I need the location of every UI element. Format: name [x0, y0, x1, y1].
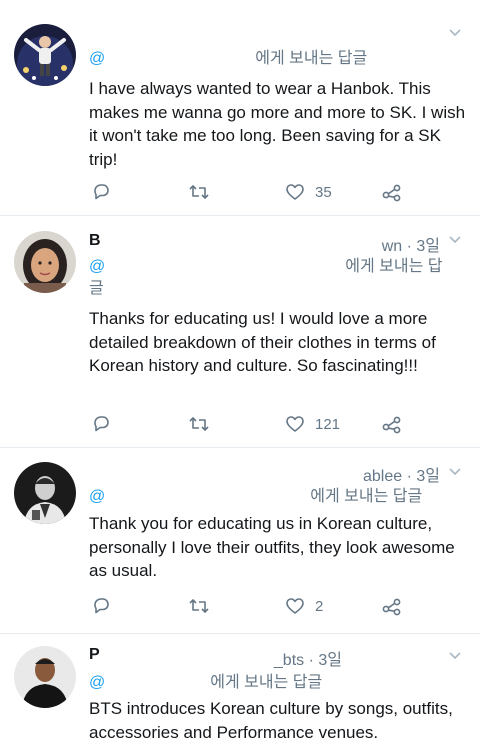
- like-button[interactable]: 2: [285, 594, 323, 618]
- share-icon: [382, 598, 401, 616]
- tweet-text: I have always wanted to wear a Hanbok. T…: [89, 79, 466, 169]
- share-icon: [382, 416, 401, 434]
- reply-to-line: @ 에게 보내는 답글: [89, 48, 456, 70]
- reply-to-line: @ 에게 보내는 답글: [89, 672, 456, 694]
- chevron-down-icon[interactable]: [448, 465, 462, 479]
- reply-to-line: @ 에게 보내는 답글: [89, 256, 456, 300]
- reply-handle-link[interactable]: @: [89, 50, 105, 67]
- tweet-actions: 2: [0, 594, 480, 618]
- retweet-button[interactable]: [188, 412, 210, 436]
- avatar[interactable]: [14, 462, 76, 524]
- tweet-actions: 35: [0, 180, 480, 204]
- tweet-meta: wn · 3일: [381, 238, 440, 255]
- like-icon: [286, 598, 304, 614]
- reply-to-label: 에게 보내는 답글: [310, 488, 423, 505]
- tweet-header: [89, 28, 440, 48]
- like-count: 121: [315, 415, 341, 433]
- avatar[interactable]: [14, 231, 76, 293]
- display-name[interactable]: B: [89, 232, 101, 249]
- reply-button[interactable]: [91, 594, 111, 618]
- retweet-icon: [189, 185, 209, 199]
- tweet-header: B wn · 3일: [89, 232, 440, 255]
- share-button[interactable]: [382, 412, 402, 436]
- reply-to-line: @ 에게 보내는 답글: [89, 486, 456, 508]
- tweet[interactable]: P _bts · 3일 @ 에게 보내는 답글 BTS introduces Ko…: [0, 634, 480, 748]
- share-icon: [382, 184, 401, 202]
- tweet-text: Thank you for educating us in Korean cul…: [89, 514, 455, 580]
- retweet-button[interactable]: [188, 594, 210, 618]
- retweet-button[interactable]: [188, 180, 210, 204]
- like-button[interactable]: 35: [285, 180, 332, 204]
- share-button[interactable]: [382, 180, 402, 204]
- tweet[interactable]: ablee · 3일 @ 에게 보내는 답글 Thank you for educ…: [0, 448, 480, 634]
- reply-icon: [94, 416, 109, 432]
- retweet-icon: [189, 417, 209, 431]
- reply-to-label: 에게 보내는 답글: [89, 258, 443, 297]
- reply-feed: @ 에게 보내는 답글 I have always wanted to wear …: [0, 0, 480, 748]
- display-name[interactable]: P: [89, 646, 100, 663]
- like-count: 2: [315, 597, 324, 615]
- like-count: 35: [315, 183, 332, 201]
- tweet-meta: _bts · 3일: [273, 652, 342, 669]
- reply-button[interactable]: [91, 412, 111, 436]
- reply-handle-link[interactable]: @: [89, 258, 105, 275]
- tweet-header: ablee · 3일: [89, 462, 440, 485]
- like-button[interactable]: 121: [285, 412, 340, 436]
- chevron-down-icon[interactable]: [448, 26, 462, 40]
- tweet-text: BTS introduces Korean culture by songs, …: [89, 699, 453, 742]
- like-icon: [286, 184, 304, 200]
- reply-icon: [94, 598, 109, 614]
- reply-button[interactable]: [91, 180, 111, 204]
- reply-icon: [94, 184, 109, 200]
- tweet[interactable]: B wn · 3일 @ 에게 보내는 답글 Thanks for educatin…: [0, 216, 480, 448]
- avatar[interactable]: [14, 24, 76, 86]
- reply-to-label: 에게 보내는 답글: [255, 50, 368, 67]
- reply-handle-link[interactable]: @: [89, 674, 105, 691]
- reply-to-label: 에게 보내는 답글: [210, 674, 323, 691]
- avatar[interactable]: [14, 646, 76, 708]
- tweet-meta: ablee · 3일: [363, 468, 440, 485]
- tweet-text: Thanks for educating us! I would love a …: [89, 309, 436, 375]
- retweet-icon: [189, 599, 209, 613]
- tweet-header: P _bts · 3일: [89, 646, 440, 669]
- tweet-actions: 121: [0, 412, 480, 436]
- share-button[interactable]: [382, 594, 402, 618]
- tweet[interactable]: @ 에게 보내는 답글 I have always wanted to wear …: [0, 0, 480, 216]
- chevron-down-icon[interactable]: [448, 649, 462, 663]
- chevron-down-icon[interactable]: [448, 233, 462, 247]
- reply-handle-link[interactable]: @: [89, 488, 105, 505]
- like-icon: [286, 416, 304, 432]
